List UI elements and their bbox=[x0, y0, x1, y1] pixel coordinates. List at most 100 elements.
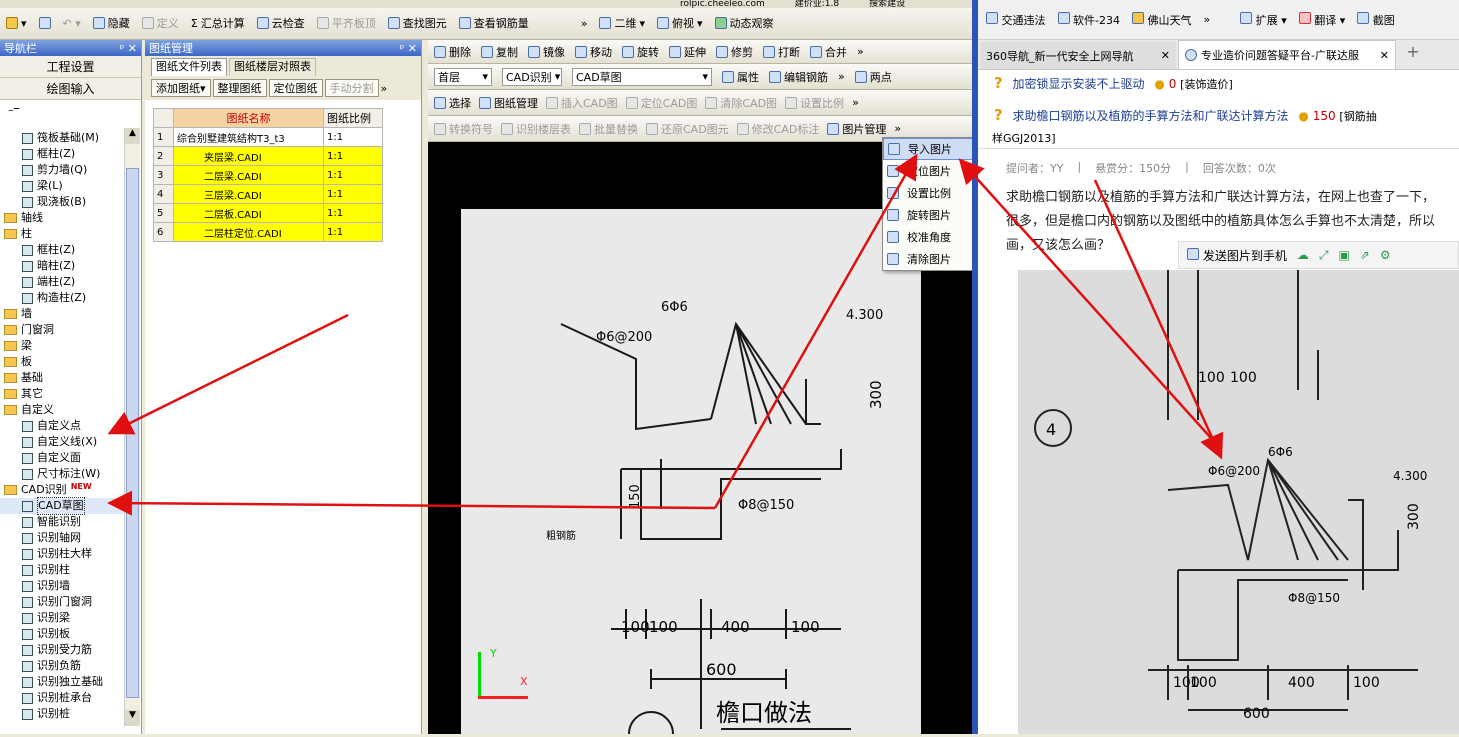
open-icon[interactable]: ▾ bbox=[6, 17, 27, 30]
two-point-button[interactable]: 两点 bbox=[854, 69, 892, 85]
edit-rebar-button[interactable]: 编辑钢筋 bbox=[769, 69, 828, 85]
tree-item[interactable]: 识别板 bbox=[0, 626, 124, 642]
tree-item[interactable]: 识别负筋 bbox=[0, 658, 124, 674]
row3-tool-button[interactable]: 设置比例 bbox=[785, 95, 844, 111]
row4-tool-button[interactable]: 识别楼层表 bbox=[501, 121, 571, 137]
row3-tool-button[interactable]: 插入CAD图 bbox=[546, 95, 618, 111]
tree-item[interactable]: 剪力墙(Q) bbox=[0, 162, 124, 178]
row3-tool-button[interactable]: 图纸管理 bbox=[479, 95, 538, 111]
extension-button[interactable]: 扩展 ▾ bbox=[1240, 11, 1287, 28]
tree-item[interactable]: 识别轴网 bbox=[0, 530, 124, 546]
row3-tool-button[interactable]: 清除CAD图 bbox=[705, 95, 777, 111]
send-phone-button[interactable]: 发送图片到手机 bbox=[1187, 247, 1287, 264]
nav-pin-close-icon[interactable]: ᵖ ✕ bbox=[120, 42, 137, 55]
drawing-manager-pin-close-icon[interactable]: ᵖ ✕ bbox=[400, 42, 417, 55]
overflow-chevron-icon[interactable]: » bbox=[581, 17, 588, 30]
row1-tool-button[interactable]: 删除 bbox=[434, 44, 471, 60]
settings-icon[interactable]: ⚙ bbox=[1380, 248, 1391, 262]
more-chevron-icon[interactable]: » bbox=[894, 122, 901, 135]
row1-tool-button[interactable]: 镜像 bbox=[528, 44, 565, 60]
tree-item[interactable]: 识别独立基础 bbox=[0, 674, 124, 690]
define-button[interactable]: 定义 bbox=[141, 15, 179, 31]
more-icon[interactable]: » bbox=[838, 70, 845, 83]
tree-item[interactable]: 识别梁 bbox=[0, 610, 124, 626]
tree-item[interactable]: 暗柱(Z) bbox=[0, 258, 124, 274]
bookmark-weather[interactable]: 佛山天气 bbox=[1131, 11, 1191, 28]
tree-item[interactable]: 端柱(Z) bbox=[0, 274, 124, 290]
save-icon[interactable] bbox=[38, 17, 51, 29]
nav-scrollbar[interactable]: ▲ ▼ bbox=[124, 128, 140, 726]
locate-drawing-button[interactable]: 定位图纸 bbox=[268, 79, 323, 97]
translate-button[interactable]: 翻译 ▾ bbox=[1298, 11, 1345, 28]
drawing-row[interactable]: 3 二层梁.CADI 1:1 bbox=[153, 165, 383, 185]
tree-folder[interactable]: 基础 bbox=[0, 370, 124, 386]
tree-item[interactable]: 梁(L) bbox=[0, 178, 124, 194]
fullscreen-icon[interactable]: ⤢ bbox=[1319, 248, 1329, 263]
dynamic-view-button[interactable]: 动态观察 bbox=[714, 15, 774, 31]
tab-close-icon[interactable]: ✕ bbox=[1161, 49, 1170, 62]
tab-close-icon[interactable]: ✕ bbox=[1380, 49, 1389, 62]
tree-item[interactable]: CAD草图 bbox=[0, 497, 124, 515]
save-image-icon[interactable]: ▣ bbox=[1338, 248, 1349, 262]
nav-section-project[interactable]: 工程设置 bbox=[0, 56, 141, 78]
tab-glodon[interactable]: 专业造价问题答疑平台-广联达服 ✕ bbox=[1178, 40, 1396, 69]
row1-tool-button[interactable]: 移动 bbox=[575, 44, 612, 60]
row4-tool-button[interactable]: 图片管理 bbox=[827, 121, 886, 137]
tree-folder[interactable]: 轴线 bbox=[0, 210, 124, 226]
cloud-check-button[interactable]: 云检查 bbox=[256, 15, 305, 31]
row1-tool-button[interactable]: 修剪 bbox=[716, 44, 753, 60]
hide-button[interactable]: 隐藏 bbox=[92, 15, 130, 31]
tree-item[interactable]: 识别受力筋 bbox=[0, 642, 124, 658]
top-view-button[interactable]: 俯视 ▾ bbox=[657, 15, 703, 31]
tree-folder[interactable]: CAD识别 NEW bbox=[0, 482, 124, 498]
new-tab-button[interactable]: + bbox=[1398, 42, 1428, 69]
tree-item[interactable]: 框柱(Z) bbox=[0, 242, 124, 258]
tree-item[interactable]: 识别墙 bbox=[0, 578, 124, 594]
row1-tool-button[interactable]: 打断 bbox=[763, 44, 800, 60]
2d-button[interactable]: 二维 ▾ bbox=[599, 15, 645, 31]
align-top-button[interactable]: 平齐板顶 bbox=[316, 15, 376, 31]
tree-item[interactable]: 框柱(Z) bbox=[0, 146, 124, 162]
row1-tool-button[interactable]: 旋转 bbox=[622, 44, 659, 60]
row4-tool-button[interactable]: 修改CAD标注 bbox=[736, 121, 819, 137]
tree-folder[interactable]: 柱 bbox=[0, 226, 124, 242]
nav-section-draw[interactable]: 绘图输入 bbox=[0, 78, 141, 100]
organize-drawing-button[interactable]: 整理图纸 bbox=[212, 79, 267, 97]
row3-tool-button[interactable]: 选择 bbox=[434, 95, 471, 111]
tree-item[interactable]: 现浇板(B) bbox=[0, 194, 124, 210]
drawing-row[interactable]: 6 二层柱定位.CADI 1:1 bbox=[153, 222, 383, 242]
row1-tool-button[interactable]: 复制 bbox=[481, 44, 518, 60]
more-chevron-icon[interactable]: » bbox=[852, 96, 859, 109]
cloud-icon[interactable]: ☁ bbox=[1297, 248, 1309, 262]
tree-folder[interactable]: 墙 bbox=[0, 306, 124, 322]
drawing-row[interactable]: 2 夹层梁.CADI 1:1 bbox=[153, 146, 383, 166]
view-rebar-button[interactable]: 查看钢筋量 bbox=[458, 15, 529, 31]
share-icon[interactable]: ⇗ bbox=[1360, 248, 1370, 262]
row1-tool-button[interactable]: 延伸 bbox=[669, 44, 706, 60]
tree-folder[interactable]: 梁 bbox=[0, 338, 124, 354]
tree-item[interactable]: 自定义点 bbox=[0, 418, 124, 434]
tree-folder[interactable]: 自定义 bbox=[0, 402, 124, 418]
row4-tool-button[interactable]: 批量替换 bbox=[579, 121, 638, 137]
question-photo[interactable]: 4 100 100 Φ6@200 6Φ6 4.300 Φ8@150 300 10… bbox=[1018, 270, 1459, 734]
row3-tool-button[interactable]: 定位CAD图 bbox=[625, 95, 697, 111]
tree-item[interactable]: 智能识别 bbox=[0, 514, 124, 530]
row4-tool-button[interactable]: 转换符号 bbox=[434, 121, 493, 137]
collapse-icon[interactable]: ⁻‾ bbox=[0, 100, 141, 126]
tree-folder[interactable]: 其它 bbox=[0, 386, 124, 402]
tree-folder[interactable]: 板 bbox=[0, 354, 124, 370]
manual-split-button[interactable]: 手动分割 bbox=[324, 79, 379, 97]
summary-calc-button[interactable]: Σ 汇总计算 bbox=[191, 15, 245, 31]
more-chevron-icon[interactable]: » bbox=[857, 45, 864, 58]
tab-drawing-files[interactable]: 图纸文件列表 bbox=[151, 58, 227, 76]
drawing-row[interactable]: 5 二层板.CADI 1:1 bbox=[153, 203, 383, 223]
row4-tool-button[interactable]: 还原CAD图元 bbox=[646, 121, 729, 137]
drawing-row[interactable]: 1 综合别墅建筑结构T3_t3 1:1 bbox=[153, 127, 383, 147]
tree-item[interactable]: 识别门窗洞 bbox=[0, 594, 124, 610]
row1-tool-button[interactable]: 合并 bbox=[810, 44, 847, 60]
tree-item[interactable]: 识别柱大样 bbox=[0, 546, 124, 562]
tab-floor-mapping[interactable]: 图纸楼层对照表 bbox=[229, 58, 316, 76]
screenshot-button[interactable]: 截图 bbox=[1357, 11, 1395, 28]
tree-folder[interactable]: 门窗洞 bbox=[0, 322, 124, 338]
question-1-title[interactable]: 加密锁显示安装不上驱动 bbox=[1013, 77, 1145, 91]
